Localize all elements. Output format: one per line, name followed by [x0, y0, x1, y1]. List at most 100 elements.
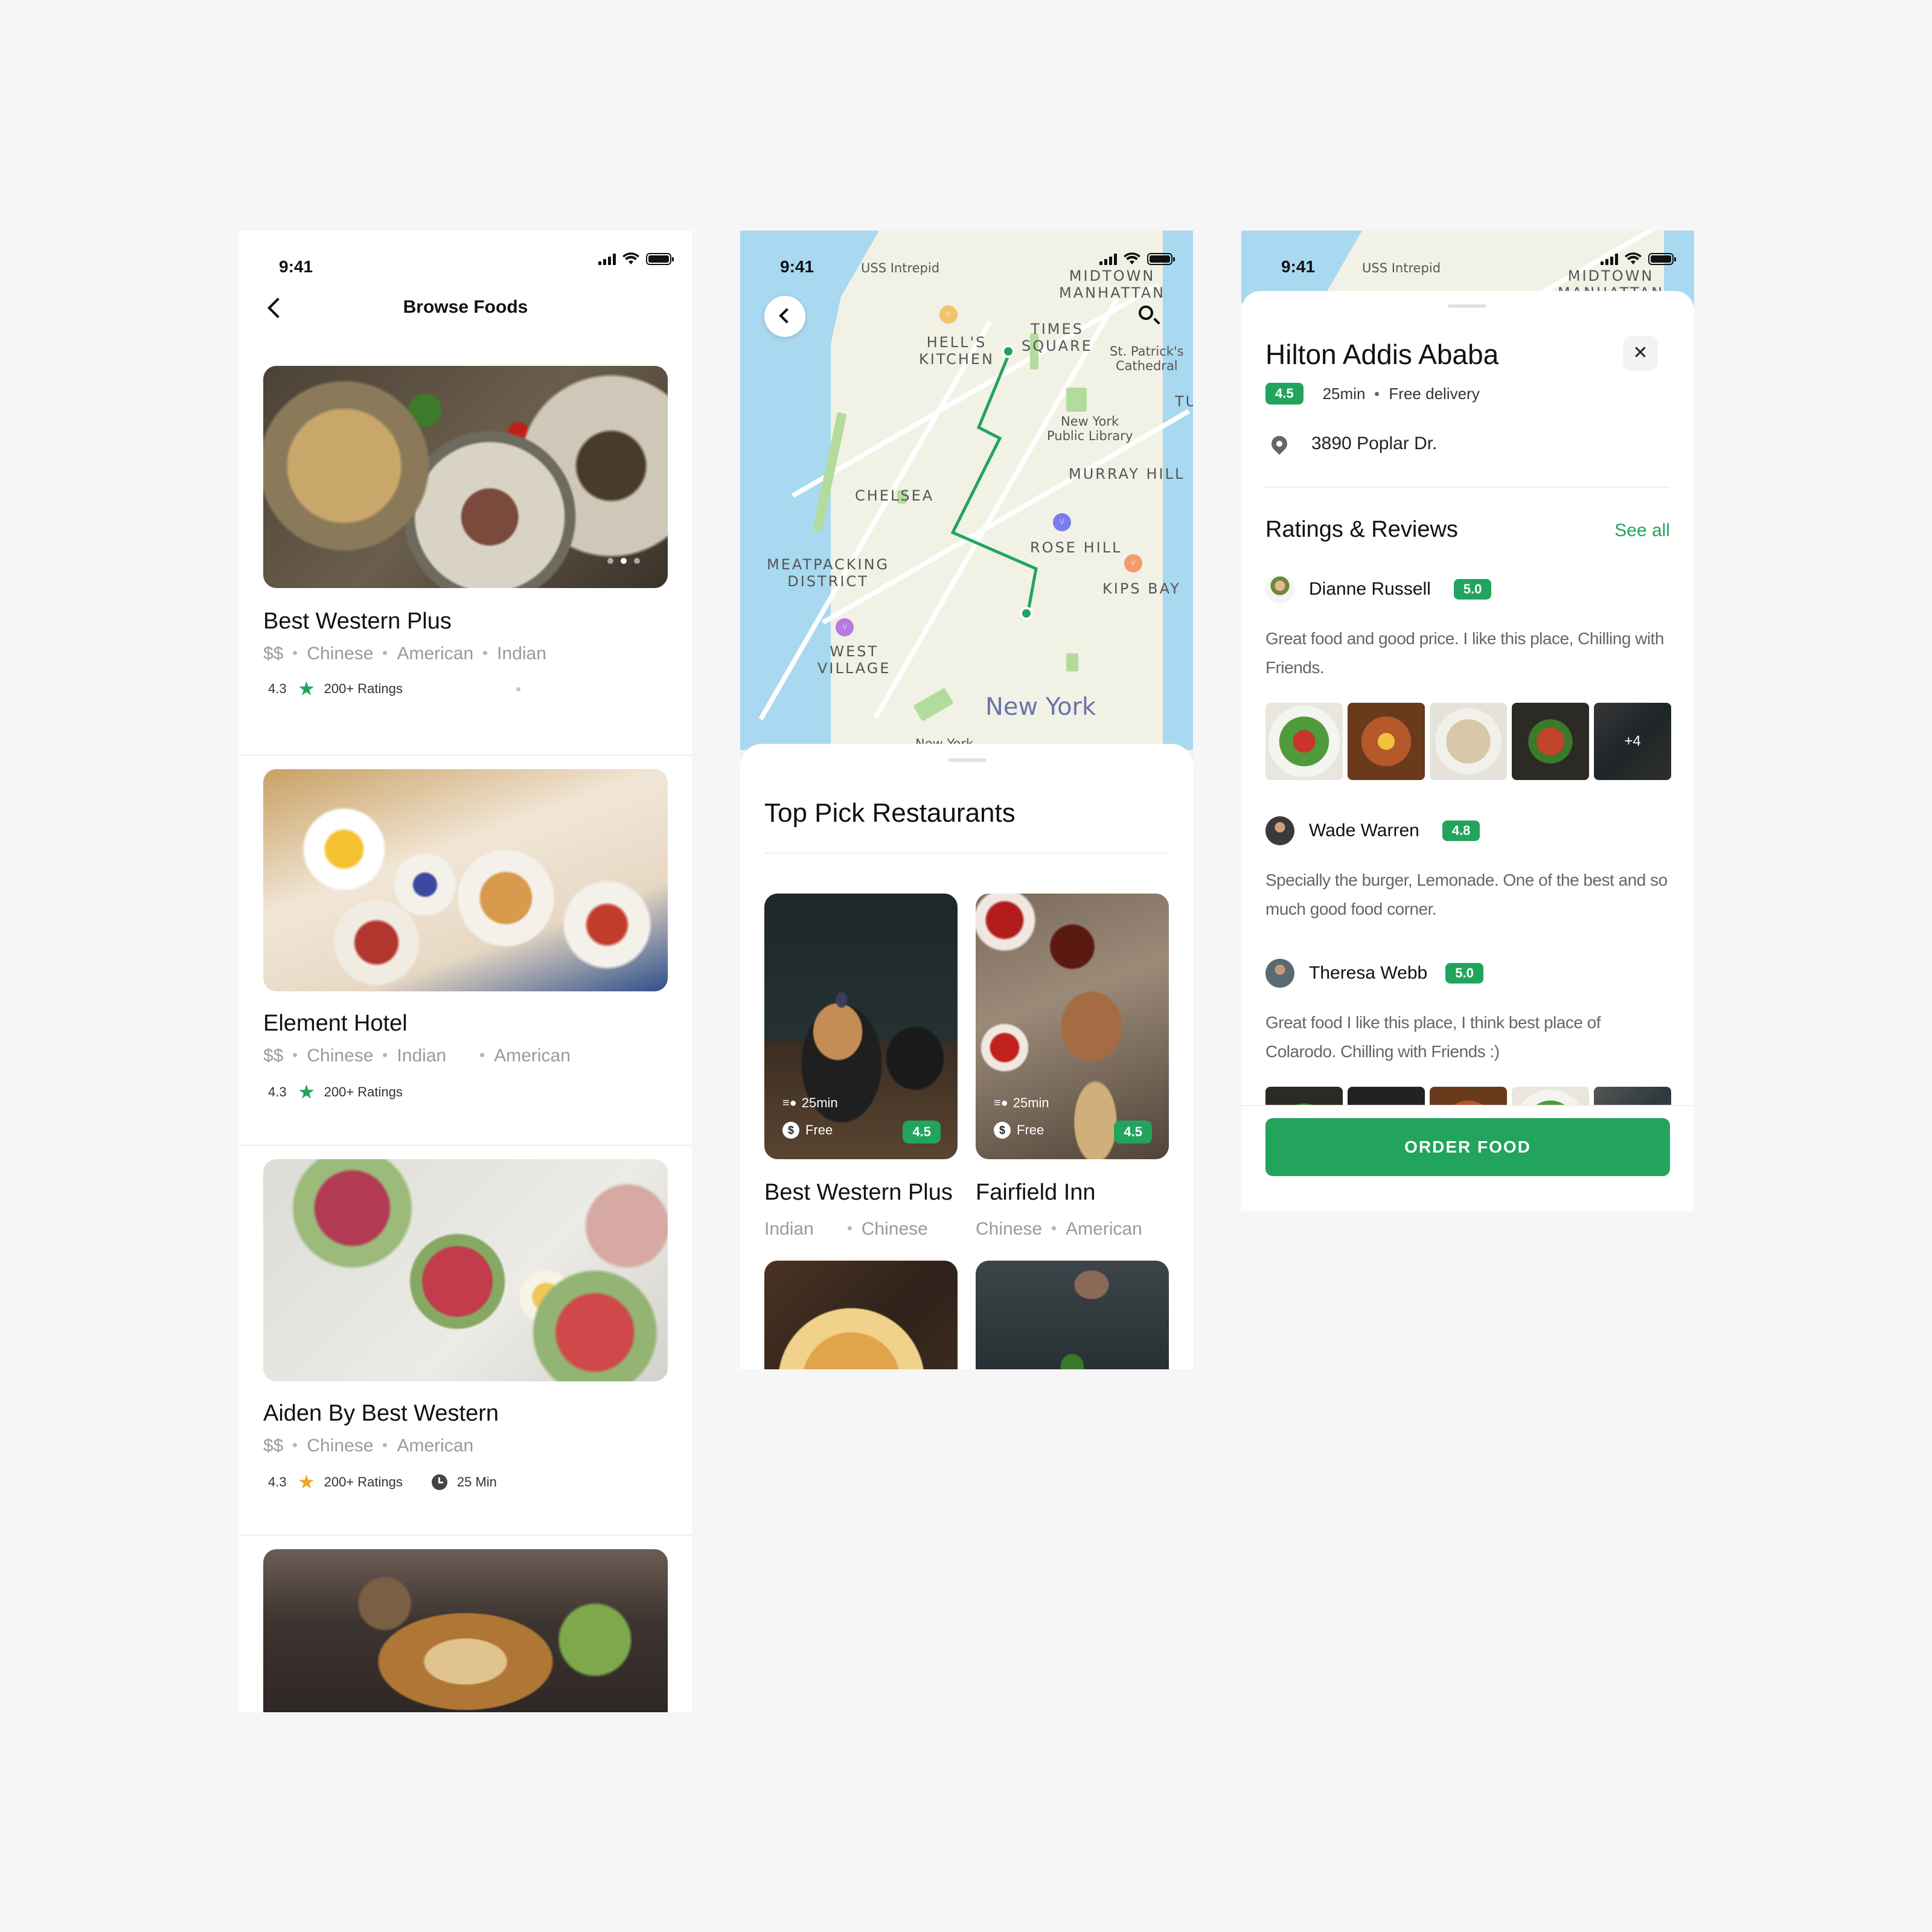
review-photos: +4 [1265, 703, 1671, 780]
rating-badge: 4.5 [1265, 383, 1303, 405]
status-time: 9:41 [780, 257, 814, 276]
restaurant-poi-icon[interactable]: ⑂ [1053, 513, 1071, 531]
route-end-marker [1020, 607, 1033, 620]
battery-icon [1648, 253, 1676, 265]
time-label: 25min [801, 1095, 838, 1110]
restaurant-card[interactable]: Aiden By Best Western $$ Chinese American … [239, 1146, 692, 1536]
avatar [1265, 959, 1294, 988]
ratings-count: 200+ Ratings [324, 1474, 403, 1489]
star-icon [299, 1474, 315, 1489]
cellular-signal-icon [1099, 253, 1117, 265]
delivery-fee: Free delivery [1389, 384, 1480, 403]
review-photo[interactable] [1430, 703, 1507, 780]
restaurant-meta: 4.5 25min Free delivery [1265, 383, 1480, 405]
map-label: ROSE HILL [1030, 539, 1122, 556]
restaurant-name: Aiden By Best Western [263, 1401, 499, 1426]
review-photo[interactable] [1594, 1087, 1671, 1105]
status-time: 9:41 [1281, 257, 1316, 276]
top-pick-card[interactable]: ≡● 25min $ Free 4.5 Fairfield Inn Chinese A… [976, 894, 1169, 1239]
ratings-count: 200+ Ratings [324, 681, 403, 696]
reviewer-name: Wade Warren [1309, 820, 1419, 840]
route-start-marker [1002, 345, 1015, 358]
carousel-dots[interactable] [607, 558, 640, 564]
restaurant-card[interactable]: Element Hotel $$ Chinese Indian American 4.… [239, 756, 692, 1146]
rating-value: 4.3 [268, 1084, 287, 1099]
order-food-button[interactable]: ORDER FOOD [1265, 1118, 1670, 1176]
map-label: New York Public Library [1047, 414, 1133, 444]
cellular-signal-icon [1601, 253, 1618, 265]
review-photo[interactable] [1512, 1087, 1589, 1105]
star-icon [299, 681, 315, 696]
delivery-time: ≡● 25min [782, 1095, 838, 1111]
address-text: 3890 Poplar Dr. [1311, 433, 1438, 453]
review-header: Wade Warren 4.8 [1265, 816, 1480, 845]
review-photo[interactable] [1265, 1087, 1343, 1105]
top-pick-card[interactable]: ≡● 25min $ Free 4.5 Best Western Plus Indi… [764, 894, 958, 1239]
wifi-icon [622, 252, 639, 264]
restaurant-poi-icon[interactable]: ⑂ [836, 618, 854, 636]
map-label: KIPS BAY [1102, 580, 1181, 597]
speed-icon: ≡● [994, 1096, 1008, 1110]
review-photo[interactable] [1348, 1087, 1425, 1105]
restaurant-photo[interactable] [764, 1261, 958, 1369]
detail-sheet[interactable]: Hilton Addis Ababa ✕ 4.5 25min Free deli… [1241, 291, 1694, 1211]
map-label: St. Patrick's Cathedral [1110, 344, 1184, 374]
cuisine-tag: Chinese [976, 1219, 1043, 1239]
footer-bar: ORDER FOOD [1241, 1105, 1694, 1211]
restaurant-meta: 4.3 200+ Ratings [268, 681, 520, 697]
restaurant-meta: 4.3 200+ Ratings [268, 1084, 403, 1100]
restaurant-address: 3890 Poplar Dr. [1268, 432, 1438, 455]
cuisine-tag: Chinese [307, 1046, 374, 1066]
cuisine-tag: American [494, 1046, 571, 1066]
map-label: WEST VILLAGE [817, 643, 891, 677]
map-label: CHELSEA [855, 487, 935, 504]
rating-value: 4.3 [268, 681, 287, 696]
see-all-link[interactable]: See all [1614, 520, 1670, 541]
restaurant-poi-icon[interactable]: ⑂ [1124, 554, 1142, 572]
price-level: $$ [263, 1046, 284, 1066]
fee-label: Free [805, 1122, 833, 1137]
status-time: 9:41 [279, 257, 313, 276]
restaurant-photo [263, 769, 668, 991]
map-label: MEATPACKING DISTRICT [767, 556, 890, 590]
cellular-signal-icon [598, 253, 616, 265]
wifi-icon [1124, 252, 1140, 264]
rating-value: 4.3 [268, 1474, 287, 1489]
map-label: HELL'S KITCHEN [919, 334, 994, 368]
more-photos-count: +4 [1594, 703, 1671, 780]
review-photo[interactable] [1348, 703, 1425, 780]
review-photo[interactable] [1430, 1087, 1507, 1105]
close-button[interactable]: ✕ [1623, 336, 1658, 371]
delivery-time: 25 Min [456, 1474, 497, 1489]
status-bar: 9:41 [1241, 231, 1694, 309]
restaurant-photo[interactable] [976, 1261, 1169, 1369]
ratings-count: 200+ Ratings [324, 1084, 403, 1099]
restaurant-name: Fairfield Inn [976, 1180, 1096, 1205]
delivery-time: ≡● 25min [994, 1095, 1049, 1111]
review-photo-more[interactable]: +4 [1594, 703, 1671, 780]
rating-badge: 4.5 [1114, 1121, 1152, 1144]
battery-icon [646, 253, 674, 265]
restaurant-cuisines: Indian Chinese [764, 1219, 958, 1239]
restaurant-photo: ≡● 25min $ Free 4.5 [764, 894, 958, 1159]
clock-icon [431, 1474, 447, 1490]
cuisine-tag: American [397, 644, 474, 664]
section-title: Ratings & Reviews [1265, 517, 1458, 542]
reviewer-name: Dianne Russell [1309, 579, 1431, 599]
review-text: Specially the burger, Lemonade. One of t… [1265, 871, 1668, 918]
sheet-grabber[interactable] [948, 758, 987, 762]
review-photo[interactable] [1512, 703, 1589, 780]
status-bar: 9:41 [239, 231, 692, 309]
wifi-icon [1625, 252, 1642, 264]
cuisine-tag: American [397, 1436, 474, 1456]
review-photo[interactable] [1265, 703, 1343, 780]
cuisine-tag: Chinese [307, 1436, 374, 1456]
star-icon [299, 1084, 315, 1099]
restaurant-card[interactable] [239, 1536, 692, 1712]
price-level: $$ [263, 644, 284, 664]
restaurant-card[interactable]: Best Western Plus $$ Chinese American India… [239, 366, 692, 756]
restaurant-photo [263, 1159, 668, 1381]
cuisine-tag: Indian [397, 1046, 447, 1066]
map-label: TU [1175, 393, 1193, 410]
rating-badge: 5.0 [1445, 963, 1483, 984]
